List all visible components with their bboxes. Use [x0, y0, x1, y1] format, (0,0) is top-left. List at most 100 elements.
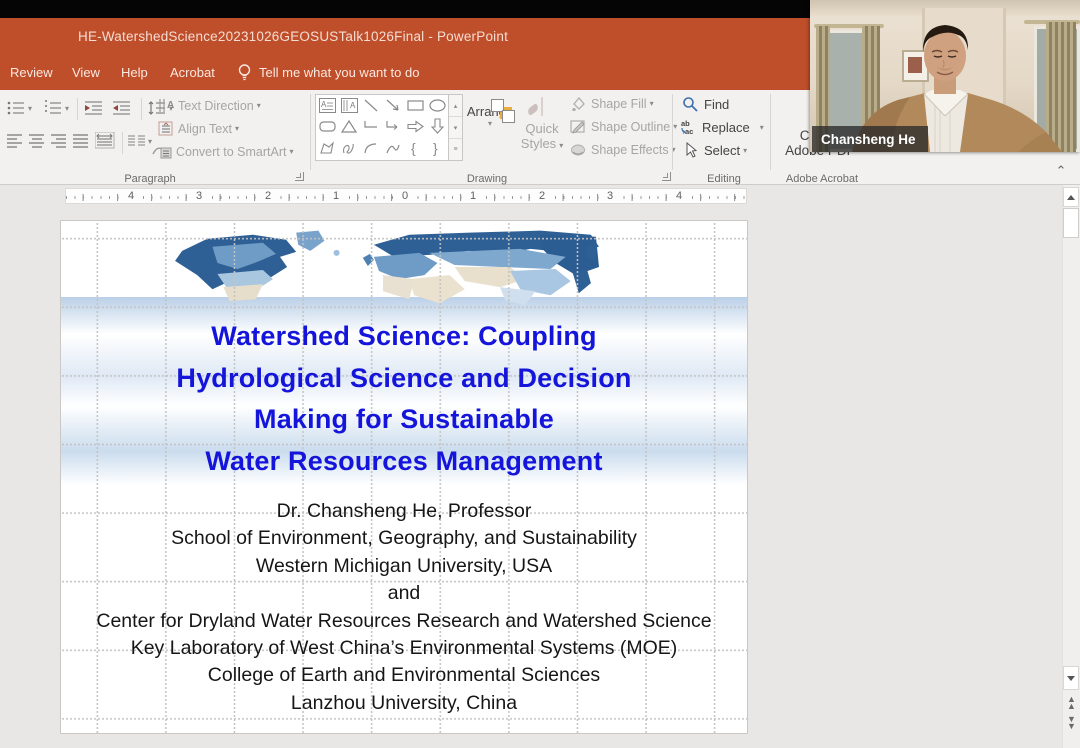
subtitle-line: Center for Dryland Water Resources Resea…: [67, 608, 741, 635]
quick-styles-button[interactable]: Quick Styles▾: [518, 98, 566, 151]
shape-effects-button[interactable]: Shape Effects ▾: [570, 142, 676, 157]
bullets-button[interactable]: ▾: [7, 100, 32, 116]
next-slide-button[interactable]: ▼▼: [1065, 716, 1078, 730]
double-up-icon: ▲▲: [1067, 694, 1076, 711]
shape-fill-button[interactable]: Shape Fill ▾: [570, 96, 654, 111]
paragraph-dialog-launcher-icon[interactable]: [295, 172, 304, 181]
scroll-down-button[interactable]: [1063, 666, 1079, 690]
shape-left-brace-icon[interactable]: {: [410, 140, 420, 157]
align-left-button[interactable]: [7, 134, 23, 148]
align-center-button[interactable]: [29, 134, 45, 148]
previous-slide-button[interactable]: ▲▲: [1065, 696, 1078, 710]
numbering-button[interactable]: ▾: [44, 100, 69, 116]
shape-outline-label: Shape Outline: [591, 120, 670, 134]
lightbulb-icon: [237, 62, 252, 82]
slide-subtitle-textbox[interactable]: Dr. Chansheng He, Professor School of En…: [67, 498, 741, 717]
shape-outline-button[interactable]: Shape Outline ▾: [570, 119, 677, 134]
shape-arrow-icon[interactable]: [385, 98, 401, 113]
chevron-down-icon: ▾: [673, 122, 677, 131]
shape-right-arrow-icon[interactable]: [407, 119, 424, 134]
align-left-icon: [7, 134, 23, 148]
align-center-icon: [29, 134, 45, 148]
decrease-indent-icon: [84, 100, 103, 116]
columns-button[interactable]: ▾: [128, 134, 152, 148]
ruler-number: 2: [262, 190, 274, 202]
shape-vertical-textbox-icon[interactable]: A: [341, 98, 358, 113]
text-direction-button[interactable]: A Text Direction ▾: [158, 98, 261, 113]
replace-button[interactable]: ab ac Replace ▾: [680, 119, 764, 135]
powerpoint-window: HE-WatershedScience20231026GEOSUSTalk102…: [0, 0, 1080, 748]
gallery-more-icon[interactable]: ≡: [449, 139, 462, 160]
justify-icon: [73, 134, 89, 148]
ruler-number: 4: [673, 190, 685, 202]
text-direction-icon: A: [158, 98, 174, 113]
distribute-text-button[interactable]: [95, 132, 115, 149]
align-text-button[interactable]: Align Text ▾: [158, 121, 239, 136]
tell-me-box[interactable]: Tell me what you want to do: [237, 62, 419, 82]
svg-text:A: A: [167, 100, 174, 111]
scroll-down-icon: [1067, 676, 1075, 681]
menu-help[interactable]: Help: [121, 65, 148, 80]
shape-arc-icon[interactable]: [363, 141, 379, 156]
shape-scribble-icon[interactable]: [341, 141, 357, 156]
vertical-scrollbar[interactable]: [1062, 185, 1080, 748]
shape-fill-label: Shape Fill: [591, 97, 647, 111]
shape-down-arrow-icon[interactable]: [430, 118, 445, 134]
gallery-scroll-down-icon[interactable]: ▾: [449, 117, 462, 139]
shape-freeform-icon[interactable]: [319, 141, 335, 156]
columns-icon: [128, 134, 145, 148]
slide-title-textbox[interactable]: Watershed Science: Coupling Hydrological…: [71, 316, 737, 482]
arrange-button[interactable]: Arrange ▾: [464, 98, 516, 128]
shape-rectangle-icon[interactable]: [407, 98, 424, 113]
find-button[interactable]: Find: [682, 96, 729, 112]
drawing-dialog-launcher-icon[interactable]: [662, 172, 671, 181]
collapse-ribbon-button[interactable]: ⌃: [1048, 163, 1074, 183]
increase-indent-button[interactable]: [112, 100, 131, 116]
chevron-down-icon: ▾: [257, 101, 261, 110]
select-icon: [684, 142, 698, 158]
shape-outline-icon: [570, 119, 586, 134]
replace-icon: ab ac: [680, 119, 698, 135]
svg-text:A: A: [350, 101, 356, 110]
group-divider: [310, 94, 311, 170]
shape-textbox-icon[interactable]: A: [319, 98, 336, 113]
shape-effects-icon: [570, 142, 586, 157]
shape-line-icon[interactable]: [363, 98, 379, 113]
chevron-down-icon: ▾: [650, 99, 654, 108]
participant-video-tile[interactable]: Chansheng He: [810, 0, 1080, 152]
title-line: Hydrological Science and Decision: [71, 358, 737, 400]
scroll-up-button[interactable]: [1063, 187, 1079, 207]
scrollbar-thumb[interactable]: [1063, 208, 1079, 238]
shape-fill-icon: [570, 96, 586, 111]
shape-rounded-rectangle-icon[interactable]: [319, 119, 336, 134]
convert-smartart-label: Convert to SmartArt: [176, 145, 286, 159]
select-button[interactable]: Select ▾: [684, 142, 747, 158]
shape-triangle-icon[interactable]: [341, 119, 357, 134]
gallery-scroll-up-icon[interactable]: ▴: [449, 95, 462, 117]
slide-canvas[interactable]: Watershed Science: Coupling Hydrological…: [61, 221, 747, 733]
window-title: HE-WatershedScience20231026GEOSUSTalk102…: [78, 29, 508, 44]
shape-elbow-arrow-connector-icon[interactable]: [385, 119, 401, 134]
ruler-number: 0: [399, 190, 411, 202]
horizontal-ruler: 4 3 2 1 0 1 2 3 4: [65, 188, 747, 204]
menu-review[interactable]: Review: [10, 65, 53, 80]
shape-oval-icon[interactable]: [429, 98, 446, 113]
justify-button[interactable]: [73, 134, 89, 148]
chevron-down-icon: ▾: [28, 104, 32, 113]
shape-right-brace-icon[interactable]: }: [432, 140, 442, 157]
chevron-down-icon: ▾: [235, 124, 239, 133]
align-right-button[interactable]: [51, 134, 67, 148]
shape-elbow-connector-icon[interactable]: [363, 119, 379, 134]
world-map-graphic: [167, 226, 601, 310]
menu-acrobat[interactable]: Acrobat: [170, 65, 215, 80]
decrease-indent-button[interactable]: [84, 100, 103, 116]
shapes-gallery-scroll: ▴ ▾ ≡: [449, 94, 463, 161]
convert-smartart-button[interactable]: Convert to SmartArt ▾: [152, 144, 293, 159]
shape-curve-icon[interactable]: [385, 141, 401, 156]
align-text-label: Align Text: [178, 122, 232, 136]
group-divider: [770, 94, 771, 170]
title-line: Water Resources Management: [71, 441, 737, 483]
subtitle-line: Key Laboratory of West China’s Environme…: [67, 635, 741, 662]
menu-view[interactable]: View: [72, 65, 100, 80]
divider: [77, 98, 78, 120]
